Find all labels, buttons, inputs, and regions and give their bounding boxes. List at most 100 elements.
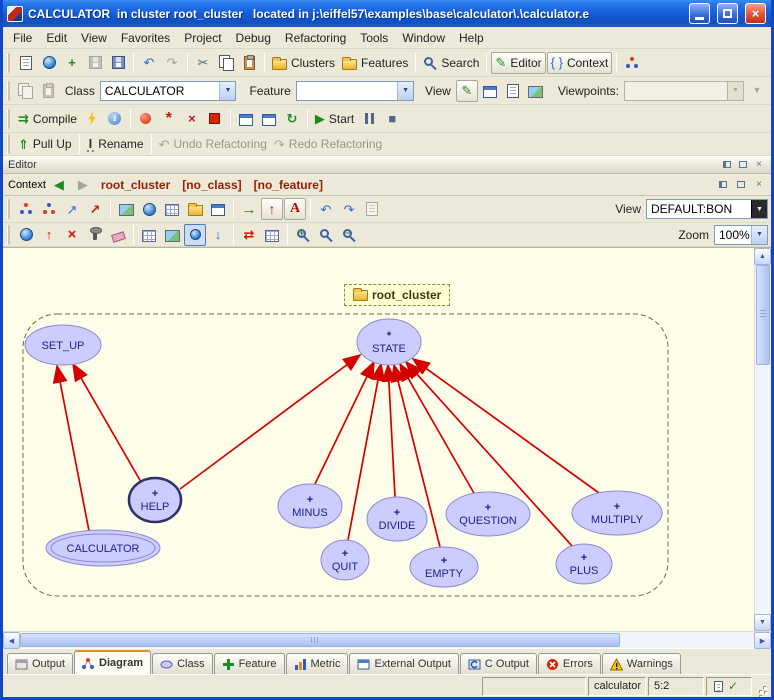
toolbar-handle[interactable] <box>7 109 10 129</box>
class-combobox[interactable]: CALCULATOR ▼ <box>100 81 237 101</box>
context-forward-button[interactable]: ▶ <box>72 174 94 196</box>
discover-button[interactable] <box>204 108 226 130</box>
client-link-tool-button[interactable]: ↗ <box>61 198 83 220</box>
eraser-button[interactable] <box>107 224 129 246</box>
toolbar-handle[interactable] <box>7 81 10 101</box>
feature-combobox[interactable]: ▼ <box>296 81 414 101</box>
zoom-combobox[interactable]: 100% ▼ <box>714 225 768 245</box>
diagram-history-button[interactable] <box>361 198 383 220</box>
zoom-in-button[interactable]: + <box>292 224 314 246</box>
tab-external-output[interactable]: External Output <box>349 653 458 674</box>
force-layout-toggle[interactable] <box>184 224 206 246</box>
copy-button[interactable] <box>215 52 237 74</box>
search-button[interactable]: Search <box>420 52 482 74</box>
close-pane-button[interactable]: × <box>752 178 766 191</box>
maximize-pane-button[interactable] <box>734 178 748 191</box>
horizontal-scrollbar[interactable]: ◀ ▶ <box>3 631 771 648</box>
horizontal-scroll-thumb[interactable] <box>20 633 620 647</box>
toolbar-handle[interactable] <box>7 225 10 245</box>
new-window-button[interactable] <box>15 52 37 74</box>
new-view-button[interactable] <box>207 198 229 220</box>
class-node-QUIT[interactable]: +QUIT <box>321 540 369 580</box>
layout-button[interactable] <box>138 224 160 246</box>
paste-button[interactable] <box>238 52 260 74</box>
freeze-button[interactable]: * <box>158 108 180 130</box>
undo-button[interactable]: ↶ <box>138 52 160 74</box>
toggle-links-button[interactable]: ⇄ <box>238 224 260 246</box>
compile-button[interactable]: ⇉Compile <box>15 108 80 130</box>
maximize-button[interactable] <box>717 3 738 24</box>
inheritance-link[interactable] <box>400 364 475 495</box>
clickable-view-button[interactable] <box>525 80 547 102</box>
diagram-view-combobox[interactable]: DEFAULT:BON ▼ <box>646 199 768 219</box>
rename-button[interactable]: IRename <box>84 133 147 155</box>
put-center-button[interactable]: ↑ <box>261 198 283 220</box>
diagram-tool-button[interactable] <box>621 52 643 74</box>
snap-grid-button[interactable] <box>261 224 283 246</box>
vertical-scrollbar[interactable]: ▲ ▼ <box>754 248 771 631</box>
start-button[interactable]: ▶Start <box>312 108 357 130</box>
raise-button[interactable]: ↑ <box>38 224 60 246</box>
inheritance-link-tool-button[interactable]: ↗ <box>84 198 106 220</box>
context-feature-crumb[interactable]: [no_feature] <box>249 178 328 192</box>
tab-errors[interactable]: Errors <box>538 653 601 674</box>
menu-debug[interactable]: Debug <box>229 29 278 47</box>
menu-favorites[interactable]: Favorites <box>114 29 177 47</box>
new-item-button[interactable]: + <box>61 52 83 74</box>
class-node-CALCULATOR[interactable]: CALCULATOR <box>46 530 160 566</box>
open-project-button[interactable] <box>38 52 60 74</box>
quick-compile-button[interactable] <box>81 108 103 130</box>
tab-metric[interactable]: Metric <box>286 653 349 674</box>
redo-refactoring-button[interactable]: ↷Redo Refactoring <box>271 133 385 155</box>
toolbar-handle[interactable] <box>7 199 10 219</box>
edit-view-button[interactable]: ✎ <box>456 80 478 102</box>
open-generated-button[interactable] <box>258 108 280 130</box>
undock-pane-button[interactable] <box>716 178 730 191</box>
close-button[interactable]: × <box>745 3 766 24</box>
menu-window[interactable]: Window <box>395 29 452 47</box>
class-node-PLUS[interactable]: +PLUS <box>556 544 612 584</box>
delete-button[interactable]: × <box>61 224 83 246</box>
tab-feature[interactable]: Feature <box>214 653 285 674</box>
melt-button[interactable] <box>135 108 157 130</box>
class-node-QUESTION[interactable]: +QUESTION <box>446 492 530 536</box>
class-node-MULTIPLY[interactable]: +MULTIPLY <box>572 491 662 535</box>
menu-edit[interactable]: Edit <box>39 29 74 47</box>
inheritance-link[interactable] <box>388 365 395 497</box>
go-to-button[interactable]: → <box>238 198 260 220</box>
class-node-HELP[interactable]: +HELP <box>129 478 181 522</box>
menu-view[interactable]: View <box>74 29 114 47</box>
chevron-down-icon[interactable]: ▼ <box>397 82 413 100</box>
zoom-fit-button[interactable] <box>315 224 337 246</box>
back-history-button[interactable] <box>15 80 37 102</box>
forward-history-button[interactable] <box>38 80 60 102</box>
diagram-undo-button[interactable]: ↶ <box>315 198 337 220</box>
inheritance-link[interactable] <box>180 355 360 489</box>
context-class-crumb[interactable]: [no_class] <box>177 178 246 192</box>
diagram-redo-button[interactable]: ↷ <box>338 198 360 220</box>
viewpoints-combobox[interactable]: ▼ <box>624 81 744 101</box>
class-node-DIVIDE[interactable]: +DIVIDE <box>367 497 427 541</box>
finalize-button[interactable]: × <box>181 108 203 130</box>
tree-layout-button[interactable] <box>161 224 183 246</box>
tab-class[interactable]: Class <box>152 653 213 674</box>
toolbar-handle[interactable] <box>7 53 10 73</box>
toolbar-overflow-button[interactable]: ▼ <box>746 80 768 102</box>
vertical-scroll-thumb[interactable] <box>756 265 770 365</box>
menu-help[interactable]: Help <box>452 29 491 47</box>
menu-tools[interactable]: Tools <box>353 29 395 47</box>
editor-toggle-button[interactable]: ✎Editor <box>491 52 545 74</box>
menu-project[interactable]: Project <box>177 29 228 47</box>
pull-up-button[interactable]: ⇑Pull Up <box>15 133 75 155</box>
class-node-EMPTY[interactable]: +EMPTY <box>410 547 478 587</box>
class-node-SET_UP[interactable]: SET_UP <box>25 325 101 365</box>
grid-button[interactable] <box>161 198 183 220</box>
tab-warnings[interactable]: Warnings <box>602 653 681 674</box>
title-bar[interactable]: CALCULATOR in cluster root_cluster locat… <box>3 0 771 27</box>
show-legend-button[interactable] <box>15 224 37 246</box>
redo-button[interactable]: ↷ <box>161 52 183 74</box>
tab-output[interactable]: Output <box>7 653 73 674</box>
class-node-STATE[interactable]: *STATE <box>357 319 421 365</box>
tab-diagram[interactable]: Diagram <box>74 650 151 674</box>
zoom-out-button[interactable]: − <box>338 224 360 246</box>
